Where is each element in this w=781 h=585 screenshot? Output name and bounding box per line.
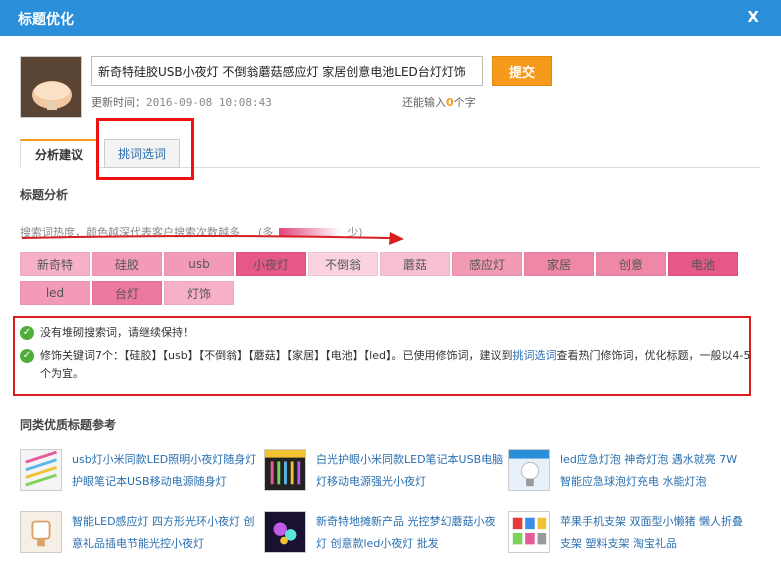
keyword-chip: 新奇特 <box>20 252 90 276</box>
reference-item[interactable]: 智能LED感应灯 四方形光环小夜灯 创意礼品插电节能光控小夜灯 <box>20 511 260 555</box>
keyword-chip: 电池 <box>668 252 738 276</box>
reference-item[interactable]: 新奇特地摊新产品 光控梦幻蘑菇小夜灯 创意款led小夜灯 批发 <box>264 511 504 555</box>
update-time-value: 2016-09-08 10:08:43 <box>146 96 272 109</box>
reference-title[interactable]: 苹果手机支架 双面型小懒猪 懒人折叠支架 塑料支架 淘宝礼品 <box>560 511 748 555</box>
reference-item[interactable]: led应急灯泡 神奇灯泡 遇水就亮 7W智能应急球泡灯充电 水能灯泡 <box>508 449 748 493</box>
keyword-chip: 感应灯 <box>452 252 522 276</box>
remaining-count: 0 <box>446 96 454 109</box>
check-icon: ✓ <box>20 326 34 340</box>
check-icon: ✓ <box>20 349 34 363</box>
suggestion-text-1: 没有堆砌搜索词，请继续保持！ <box>40 326 194 339</box>
keyword-chip: 小夜灯 <box>236 252 306 276</box>
reference-thumbnail <box>508 511 550 553</box>
reference-thumbnail <box>20 511 62 553</box>
update-time-label: 更新时间： <box>91 96 146 109</box>
red-arrow-annotation <box>21 232 404 245</box>
keyword-chip: usb <box>164 252 234 276</box>
keyword-chip: 台灯 <box>92 281 162 305</box>
reference-item[interactable]: 白光护眼小米同款LED笔记本USB电脑灯移动电源强光小夜灯 <box>264 449 504 493</box>
suggestion-text-2-before: 修饰关键词7个：【硅胶】【usb】【不倒翁】【蘑菇】【家居】【电池】【led】。… <box>40 349 513 362</box>
suggestion-line-2: ✓ 修饰关键词7个：【硅胶】【usb】【不倒翁】【蘑菇】【家居】【电池】【led… <box>20 347 756 383</box>
references-heading: 同类优质标题参考 <box>20 418 117 432</box>
keyword-chip: 硅胶 <box>92 252 162 276</box>
tab-analysis[interactable]: 分析建议 <box>20 139 98 168</box>
suggestion-text-2: 修饰关键词7个：【硅胶】【usb】【不倒翁】【蘑菇】【家居】【电池】【led】。… <box>40 347 756 383</box>
highlight-box-tab <box>96 118 194 180</box>
close-icon[interactable]: X <box>747 8 759 26</box>
reference-title[interactable]: usb灯小米同款LED照明小夜灯随身灯护眼笔记本USB移动电源随身灯 <box>72 449 260 493</box>
keyword-chip: 灯饰 <box>164 281 234 305</box>
reference-item[interactable]: 苹果手机支架 双面型小懒猪 懒人折叠支架 塑料支架 淘宝礼品 <box>508 511 748 555</box>
title-input[interactable] <box>91 56 483 86</box>
reference-title[interactable]: 白光护眼小米同款LED笔记本USB电脑灯移动电源强光小夜灯 <box>316 449 504 493</box>
reference-thumbnail <box>264 449 306 491</box>
reference-thumbnail <box>20 449 62 491</box>
reference-item[interactable]: usb灯小米同款LED照明小夜灯随身灯护眼笔记本USB移动电源随身灯 <box>20 449 260 493</box>
keyword-pick-link[interactable]: 挑词选词 <box>513 349 557 362</box>
remaining-prefix: 还能输入 <box>402 96 446 109</box>
product-thumbnail <box>20 56 82 118</box>
submit-button[interactable]: 提交 <box>492 56 552 86</box>
keyword-chip: 家居 <box>524 252 594 276</box>
reference-thumbnail <box>264 511 306 553</box>
reference-thumbnail <box>508 449 550 491</box>
dialog-title: 标题优化 <box>18 12 74 28</box>
remaining-suffix: 个字 <box>453 96 476 109</box>
dialog-titlebar: 标题优化 X <box>0 0 781 36</box>
reference-title[interactable]: led应急灯泡 神奇灯泡 遇水就亮 7W智能应急球泡灯充电 水能灯泡 <box>560 449 748 493</box>
analysis-heading: 标题分析 <box>20 188 69 202</box>
reference-title[interactable]: 智能LED感应灯 四方形光环小夜灯 创意礼品插电节能光控小夜灯 <box>72 511 260 555</box>
suggestion-line-1: ✓ 没有堆砌搜索词，请继续保持！ <box>20 324 194 342</box>
keyword-chip: led <box>20 281 90 305</box>
keyword-chip: 不倒翁 <box>308 252 378 276</box>
update-time: 更新时间：2016-09-08 10:08:43 <box>91 94 272 110</box>
keyword-chip: 创意 <box>596 252 666 276</box>
reference-title[interactable]: 新奇特地摊新产品 光控梦幻蘑菇小夜灯 创意款led小夜灯 批发 <box>316 511 504 555</box>
keyword-chip: 蘑菇 <box>380 252 450 276</box>
remaining-chars: 还能输入0个字 <box>402 94 476 110</box>
